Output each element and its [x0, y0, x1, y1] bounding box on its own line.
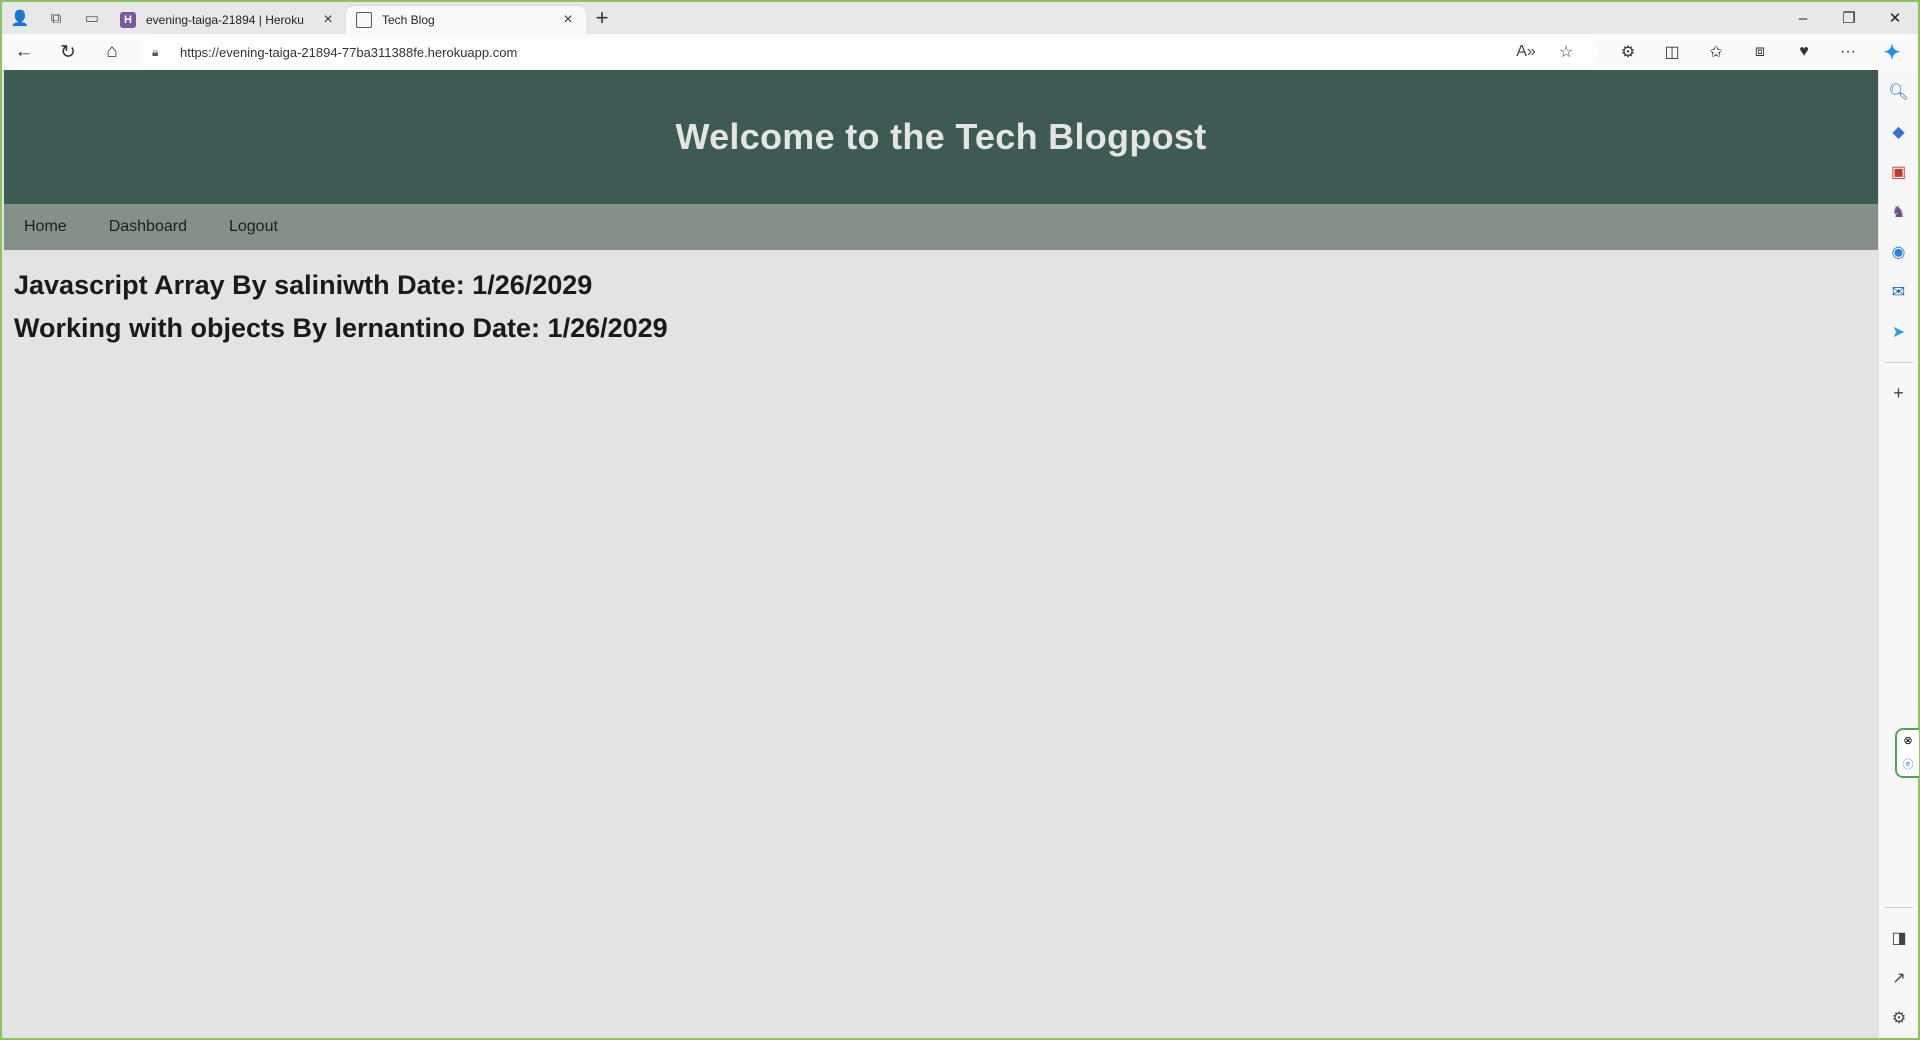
open-external-icon[interactable]: ↗ — [1879, 958, 1919, 998]
browser-window: 👤 ⧉ ▭ H evening-taiga-21894 | Heroku × T… — [2, 2, 1919, 1038]
heroku-icon: H — [120, 12, 136, 28]
hide-sidebar-icon[interactable]: ◨ — [1879, 918, 1919, 958]
tools-briefcase-icon[interactable]: ▣ — [1879, 152, 1919, 192]
tab-strip: 👤 ⧉ ▭ H evening-taiga-21894 | Heroku × T… — [2, 2, 1918, 34]
window-controls: – ❐ ✕ — [1780, 2, 1918, 34]
nav-home-link[interactable]: Home — [22, 214, 69, 240]
profile-icon[interactable]: 👤 — [2, 2, 38, 34]
settings-gear-icon[interactable]: ⚙ — [1879, 998, 1919, 1038]
tab-tech-blog[interactable]: Tech Blog × — [346, 6, 586, 34]
sidebar-bottom: ◨ ↗ ⚙ — [1879, 897, 1919, 1038]
site-header: Welcome to the Tech Blogpost — [4, 70, 1878, 204]
sidebar-divider — [1884, 362, 1913, 363]
nav-dashboard-link[interactable]: Dashboard — [107, 214, 189, 240]
browser-toolbar: ← ↻ ⌂ 🔒︎ https://evening-taiga-21894-77b… — [2, 34, 1918, 70]
close-tab-icon[interactable]: × — [560, 11, 576, 29]
extensions-icon[interactable]: ⚙ — [1606, 34, 1650, 70]
page-icon — [356, 12, 372, 28]
sidebar-divider — [1885, 907, 1913, 908]
sidebar-floating-widget[interactable]: ⊗ ⓔ — [1895, 728, 1919, 778]
search-icon[interactable]: 🔍︎ — [1879, 72, 1919, 112]
post-item[interactable]: Javascript Array By saliniwth Date: 1/26… — [14, 264, 1868, 307]
tab-heroku[interactable]: H evening-taiga-21894 | Heroku × — [110, 6, 346, 34]
outlook-icon[interactable]: ✉ — [1879, 272, 1919, 312]
copilot-icon[interactable]: ✦ — [1870, 34, 1914, 70]
minimize-icon[interactable]: – — [1780, 2, 1826, 34]
add-sidebar-app-icon[interactable]: + — [1879, 373, 1919, 413]
performance-icon[interactable]: ♥ — [1782, 34, 1826, 70]
refresh-icon[interactable]: ↻ — [46, 34, 90, 70]
split-screen-icon[interactable]: ◫ — [1650, 34, 1694, 70]
address-bar[interactable]: 🔒︎ https://evening-taiga-21894-77ba31138… — [140, 37, 1598, 67]
close-circle-icon[interactable]: ⊗ — [1903, 734, 1912, 747]
post-list: Javascript Array By saliniwth Date: 1/26… — [4, 250, 1878, 364]
page-viewport: Welcome to the Tech Blogpost Home Dashbo… — [4, 70, 1878, 1038]
drop-icon[interactable]: ➤ — [1879, 312, 1919, 352]
tab-title: Tech Blog — [382, 13, 435, 27]
favorites-icon[interactable]: ✩ — [1694, 34, 1738, 70]
edge-sidebar: 🔍︎ ◆ ▣ ♞ ◉ ✉ ➤ + ⊗ ⓔ ◨ ↗ ⚙ — [1878, 70, 1919, 1038]
nav-logout-link[interactable]: Logout — [227, 214, 280, 240]
workspaces-icon[interactable]: ⧉ — [38, 2, 74, 34]
toolbar-icons: ⚙ ◫ ✩ ⧈ ♥ ··· ✦ — [1606, 34, 1914, 70]
office-icon[interactable]: ◉ — [1879, 232, 1919, 272]
back-icon[interactable]: ← — [2, 34, 46, 70]
shopping-tag-icon[interactable]: ◆ — [1879, 112, 1919, 152]
home-icon[interactable]: ⌂ — [90, 34, 134, 70]
tab-actions-icon[interactable]: ▭ — [74, 2, 110, 34]
new-tab-button[interactable]: + — [586, 2, 618, 34]
read-aloud-icon[interactable]: A» — [1506, 43, 1546, 61]
site-info-icon[interactable]: 🔒︎ — [152, 45, 166, 60]
close-tab-icon[interactable]: × — [320, 11, 336, 29]
restore-icon[interactable]: ❐ — [1826, 2, 1872, 34]
collections-icon[interactable]: ⧈ — [1738, 34, 1782, 70]
page-title: Welcome to the Tech Blogpost — [675, 116, 1207, 157]
games-icon[interactable]: ♞ — [1879, 192, 1919, 232]
post-item[interactable]: Working with objects By lernantino Date:… — [14, 307, 1868, 350]
favorite-star-icon[interactable]: ☆ — [1546, 42, 1586, 62]
site-nav: Home Dashboard Logout — [4, 204, 1878, 250]
close-window-icon[interactable]: ✕ — [1872, 2, 1918, 34]
more-menu-icon[interactable]: ··· — [1826, 34, 1870, 70]
tab-title: evening-taiga-21894 | Heroku — [146, 13, 304, 27]
edge-logo-icon[interactable]: ⓔ — [1903, 756, 1914, 772]
url-text[interactable]: https://evening-taiga-21894-77ba311388fe… — [180, 45, 1506, 60]
